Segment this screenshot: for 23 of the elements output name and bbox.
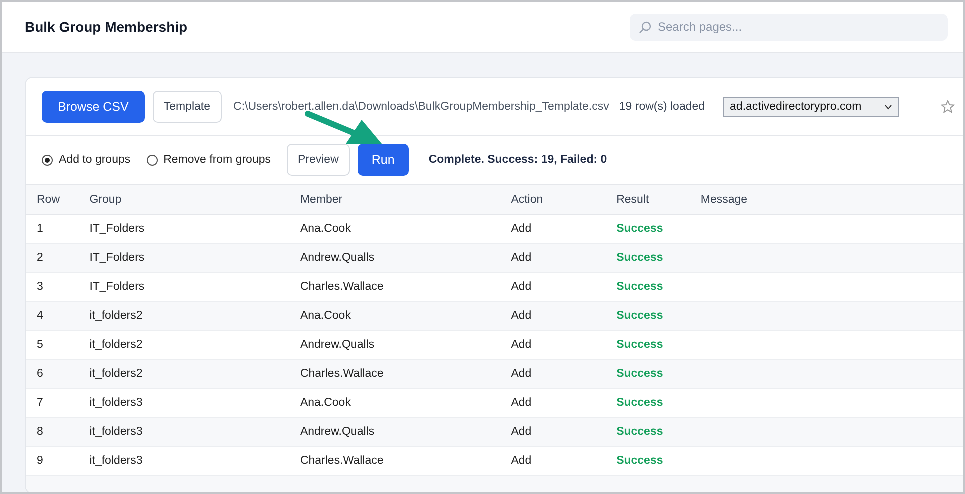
radio-button-icon[interactable] [42,154,53,166]
column-header[interactable]: Member [289,185,500,214]
template-button[interactable]: Template [152,91,222,123]
caret-icon [885,104,892,110]
status-message: Complete. Success: 19, Failed: 0 [428,154,608,166]
search-icon [639,20,652,34]
radio-button-icon[interactable] [146,154,158,166]
preview-button[interactable]: Preview [286,144,350,176]
column-header[interactable]: Group [78,185,290,214]
column-header[interactable]: Result [606,185,690,214]
column-header[interactable]: Action [500,185,606,214]
row-count: 19 row(s) loaded [619,101,706,113]
page-title: Bulk Group Membership [25,19,188,35]
search-field[interactable]: Search pages... [630,14,948,40]
column-header[interactable]: Row [26,185,79,214]
column-header[interactable]: Message [690,185,963,214]
browse-csv-button[interactable]: Browse CSV [42,91,145,123]
mode-radio[interactable]: Remove from groups [146,154,271,166]
file-path: C:\Users\robert.allen.da\Downloads\BulkGroupMembership_Template.csv [234,101,610,113]
star-icon[interactable] [941,100,956,114]
domain-select[interactable]: ad.activedirectorypro.com [723,97,900,117]
run-button[interactable]: Run [358,144,409,176]
mode-radio[interactable]: Add to groups [42,154,131,166]
